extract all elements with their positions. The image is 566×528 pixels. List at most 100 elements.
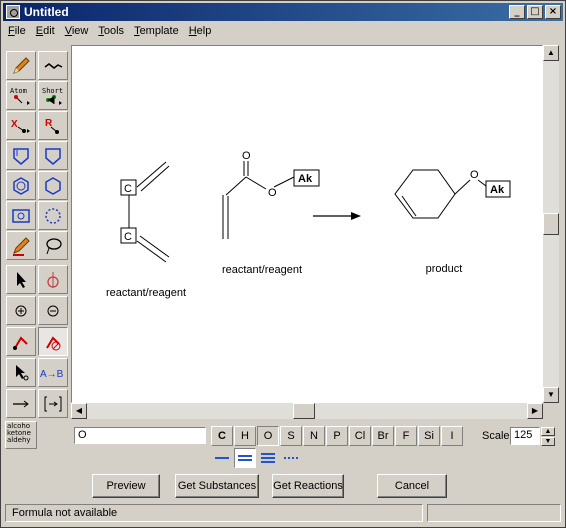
- triple-bond-button[interactable]: [257, 448, 279, 468]
- product-structure: O Ak product: [394, 169, 511, 275]
- bracket-tool[interactable]: [38, 389, 68, 418]
- rotate-icon: [47, 271, 59, 288]
- pencil-icon: [13, 56, 30, 74]
- horizontal-scrollbar[interactable]: ◀ ▶: [71, 403, 543, 419]
- bond-query-icon: [13, 335, 28, 350]
- atom-mapping-tool[interactable]: A→B: [38, 358, 68, 387]
- fused-ring-tool[interactable]: [6, 201, 36, 230]
- element-o-button[interactable]: O: [257, 426, 279, 446]
- reactant-2-atom-o2: O: [268, 187, 277, 199]
- close-button[interactable]: ×: [545, 5, 561, 19]
- atom-mapping-icon: A→B: [40, 369, 64, 380]
- functional-group-templates[interactable]: alcoho ketone aldehy: [5, 421, 37, 449]
- element-br-button[interactable]: Br: [372, 426, 394, 446]
- scale-input[interactable]: 125: [510, 427, 540, 445]
- drawing-canvas[interactable]: C C reactant/reagent O O Ak reactant/rea…: [71, 45, 543, 403]
- r-group-tool[interactable]: R: [38, 111, 68, 140]
- benzene-tool[interactable]: [6, 171, 36, 200]
- lasso-icon: [46, 237, 62, 254]
- bracket-icon: [44, 396, 62, 411]
- menu-tools[interactable]: Tools: [93, 25, 129, 37]
- reactant-2-caption: reactant/reagent: [222, 264, 302, 276]
- hexagon-icon: [45, 176, 61, 195]
- shield-template-icon: [13, 147, 29, 165]
- preview-button[interactable]: Preview: [92, 474, 160, 498]
- hexagon-tool[interactable]: [38, 171, 68, 200]
- menu-file[interactable]: File: [3, 25, 31, 37]
- element-si-button[interactable]: Si: [418, 426, 440, 446]
- element-p-button[interactable]: P: [326, 426, 348, 446]
- element-s-button[interactable]: S: [280, 426, 302, 446]
- vertical-scroll-thumb[interactable]: [543, 213, 559, 235]
- scale-up-button[interactable]: ▲: [541, 427, 555, 436]
- zoom-out-tool[interactable]: [38, 296, 68, 325]
- get-substances-button[interactable]: Get Substances: [175, 474, 259, 498]
- template-1-tool[interactable]: [6, 141, 36, 170]
- scroll-left-button[interactable]: ◀: [71, 403, 87, 419]
- reactant-1-atom-c2: C: [124, 231, 132, 243]
- maximize-button[interactable]: □: [527, 5, 543, 19]
- scroll-right-button[interactable]: ▶: [527, 403, 543, 419]
- reactant-1-structure: C C reactant/reagent: [106, 161, 186, 299]
- eraser-pencil-tool[interactable]: [6, 231, 36, 260]
- select-move-icon: [16, 364, 29, 380]
- element-c-button[interactable]: C: [211, 426, 233, 446]
- reaction-drawing: C C reactant/reagent O O Ak reactant/rea…: [106, 150, 511, 299]
- scroll-up-button[interactable]: ▲: [543, 45, 559, 61]
- shortcut-icon: Short: [42, 87, 63, 105]
- element-i-button[interactable]: I: [441, 426, 463, 446]
- single-bond-button[interactable]: [211, 448, 233, 468]
- svg-text:Short: Short: [42, 87, 63, 95]
- element-n-button[interactable]: N: [303, 426, 325, 446]
- rotate-tool[interactable]: [38, 265, 68, 294]
- pentagon-template-icon: [45, 147, 61, 165]
- reactant-1-atom-c1: C: [124, 183, 132, 195]
- element-h-button[interactable]: H: [234, 426, 256, 446]
- scale-down-button[interactable]: ▼: [541, 437, 555, 446]
- cancel-button[interactable]: Cancel: [377, 474, 447, 498]
- x-atom-tool[interactable]: X: [6, 111, 36, 140]
- vertical-scrollbar[interactable]: ▲ ▼: [543, 45, 559, 403]
- minimize-button[interactable]: _: [509, 5, 525, 19]
- menu-edit[interactable]: Edit: [31, 25, 60, 37]
- get-reactions-button[interactable]: Get Reactions: [272, 474, 344, 498]
- select-lasso-tool[interactable]: [38, 231, 68, 260]
- select-move-tool[interactable]: [6, 358, 36, 387]
- menu-template[interactable]: Template: [129, 25, 184, 37]
- status-text: Formula not available: [5, 504, 423, 522]
- zoom-in-tool[interactable]: [6, 296, 36, 325]
- double-bond-button[interactable]: [234, 448, 256, 468]
- zoom-in-icon: [15, 305, 27, 316]
- single-bond-icon: [215, 457, 229, 459]
- x-atom-icon: X: [11, 119, 30, 133]
- r-group-icon: R: [45, 118, 59, 134]
- bond-query-tool[interactable]: [6, 327, 36, 356]
- template-2-tool[interactable]: [38, 141, 68, 170]
- element-f-button[interactable]: F: [395, 426, 417, 446]
- reaction-arrow: [313, 212, 361, 220]
- scroll-down-button[interactable]: ▼: [543, 387, 559, 403]
- status-panel-right: [427, 504, 561, 522]
- bond-delete-tool[interactable]: [38, 327, 68, 356]
- atom-icon: Atom: [10, 87, 30, 105]
- horizontal-scroll-thumb[interactable]: [293, 403, 315, 419]
- lasso-tool[interactable]: [38, 201, 68, 230]
- pencil-tool[interactable]: [6, 51, 36, 80]
- app-icon: [6, 5, 20, 19]
- chain-tool[interactable]: [38, 51, 68, 80]
- atom-input[interactable]: O: [74, 427, 206, 444]
- atom-tool[interactable]: Atom: [6, 81, 36, 110]
- reactant-2-atom-ak: Ak: [298, 173, 313, 185]
- shortcut-tool[interactable]: Short: [38, 81, 68, 110]
- arrow-select-tool[interactable]: [6, 265, 36, 294]
- menu-view[interactable]: View: [60, 25, 94, 37]
- svg-text:X: X: [11, 119, 18, 130]
- chain-icon: [44, 62, 63, 69]
- menu-help[interactable]: Help: [184, 25, 217, 37]
- app-window: Untitled _ □ × File Edit View Tools Temp…: [0, 0, 566, 528]
- element-cl-button[interactable]: Cl: [349, 426, 371, 446]
- reaction-arrow-tool[interactable]: [6, 389, 36, 418]
- any-bond-button[interactable]: [280, 448, 302, 468]
- scale-label: Scale: [482, 430, 510, 442]
- double-bond-icon: [238, 455, 252, 461]
